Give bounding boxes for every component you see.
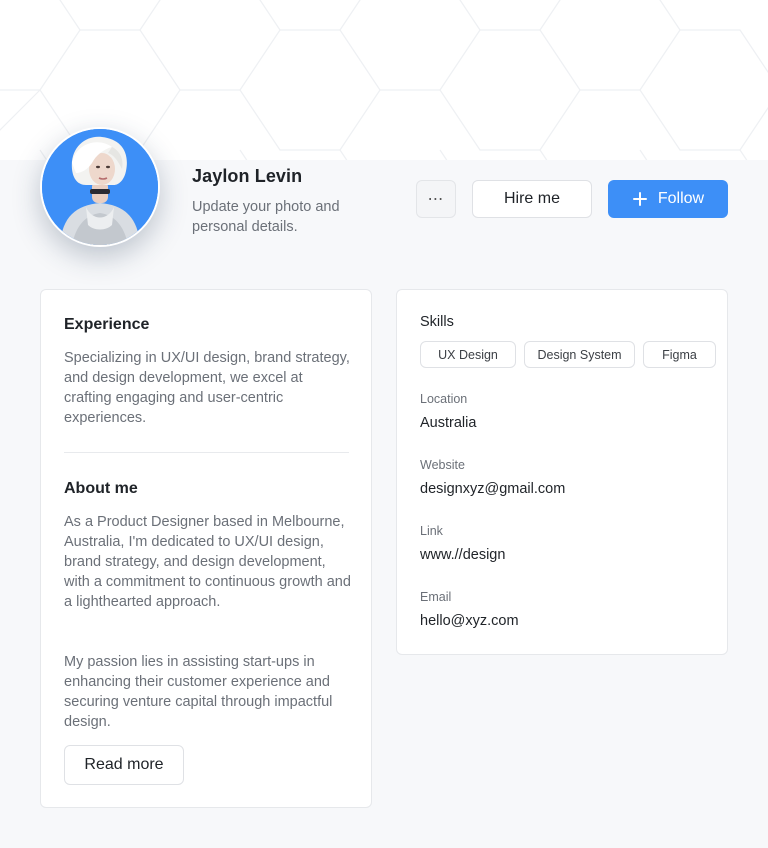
skills-title: Skills bbox=[420, 314, 454, 330]
location-value: Australia bbox=[420, 415, 477, 431]
about-title: About me bbox=[64, 480, 138, 497]
profile-subtitle: Update your photo and personal details. bbox=[192, 199, 340, 235]
hire-me-button[interactable]: Hire me bbox=[472, 180, 592, 218]
about-paragraph-2: My passion lies in assisting start-ups i… bbox=[64, 654, 333, 730]
website-value[interactable]: designxyz@gmail.com bbox=[420, 481, 565, 497]
follow-label: Follow bbox=[657, 190, 705, 207]
plus-icon bbox=[632, 192, 647, 206]
skill-chip[interactable]: Figma bbox=[643, 341, 716, 368]
link-value[interactable]: www.//design bbox=[420, 547, 505, 563]
skill-chip[interactable]: UX Design bbox=[420, 341, 516, 368]
more-options-button[interactable]: ⋯ bbox=[416, 180, 456, 218]
profile-name: Jaylon Levin bbox=[192, 166, 303, 186]
about-paragraph-1: As a Product Designer based in Melbourne… bbox=[64, 514, 351, 610]
profile-photo bbox=[42, 129, 158, 245]
section-divider bbox=[64, 452, 349, 453]
website-label: Website bbox=[420, 458, 465, 472]
about-card: Experience Specializing in UX/UI design,… bbox=[40, 289, 372, 808]
link-label: Link bbox=[420, 524, 443, 538]
read-more-button[interactable]: Read more bbox=[64, 745, 184, 785]
experience-title: Experience bbox=[64, 316, 150, 333]
email-value[interactable]: hello@xyz.com bbox=[420, 613, 519, 629]
skill-chip[interactable]: Design System bbox=[524, 341, 635, 368]
more-dots-icon: ⋯ bbox=[427, 191, 445, 208]
details-card: Skills UX Design Design System Figma Loc… bbox=[396, 289, 728, 655]
follow-button[interactable]: Follow bbox=[608, 180, 728, 218]
email-label: Email bbox=[420, 590, 452, 604]
location-label: Location bbox=[420, 392, 468, 406]
experience-text: Specializing in UX/UI design, brand stra… bbox=[64, 350, 350, 426]
avatar[interactable] bbox=[40, 127, 160, 247]
